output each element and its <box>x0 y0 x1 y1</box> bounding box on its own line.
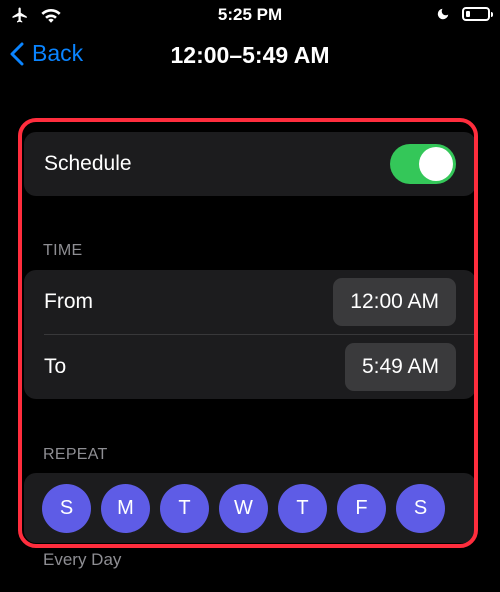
time-card: From 12:00 AM To 5:49 AM <box>24 270 476 399</box>
status-bar: 5:25 PM <box>0 0 500 30</box>
schedule-row: Schedule <box>24 132 476 196</box>
nav-bar: Back 12:00–5:49 AM <box>0 36 500 76</box>
day-selector: S M T W T F S <box>24 473 476 543</box>
battery-level <box>466 11 470 17</box>
day-thursday[interactable]: T <box>278 483 327 533</box>
to-time-picker[interactable]: 5:49 AM <box>344 343 456 391</box>
schedule-label: Schedule <box>44 152 132 175</box>
day-sunday[interactable]: S <box>42 483 91 533</box>
repeat-summary: Every Day <box>43 550 122 569</box>
day-wednesday[interactable]: W <box>219 483 268 533</box>
from-time-picker[interactable]: 12:00 AM <box>333 278 456 326</box>
schedule-toggle[interactable] <box>390 144 456 184</box>
moon-icon <box>437 8 449 20</box>
toggle-knob <box>419 147 453 181</box>
page-title: 12:00–5:49 AM <box>170 42 330 68</box>
day-saturday[interactable]: S <box>396 483 445 533</box>
from-label: From <box>44 290 93 313</box>
from-row[interactable]: From 12:00 AM <box>24 270 476 334</box>
day-monday[interactable]: M <box>101 483 150 533</box>
time-section-header: TIME <box>43 242 83 259</box>
status-time: 5:25 PM <box>217 5 283 24</box>
to-row[interactable]: To 5:49 AM <box>24 335 476 399</box>
day-friday[interactable]: F <box>337 483 386 533</box>
schedule-card: Schedule <box>24 132 476 196</box>
day-tuesday[interactable]: T <box>160 483 209 533</box>
battery-icon <box>462 7 493 21</box>
status-right <box>436 6 493 22</box>
repeat-section-header: REPEAT <box>43 446 108 463</box>
to-label: To <box>44 355 67 378</box>
repeat-card: S M T W T F S <box>24 473 476 543</box>
